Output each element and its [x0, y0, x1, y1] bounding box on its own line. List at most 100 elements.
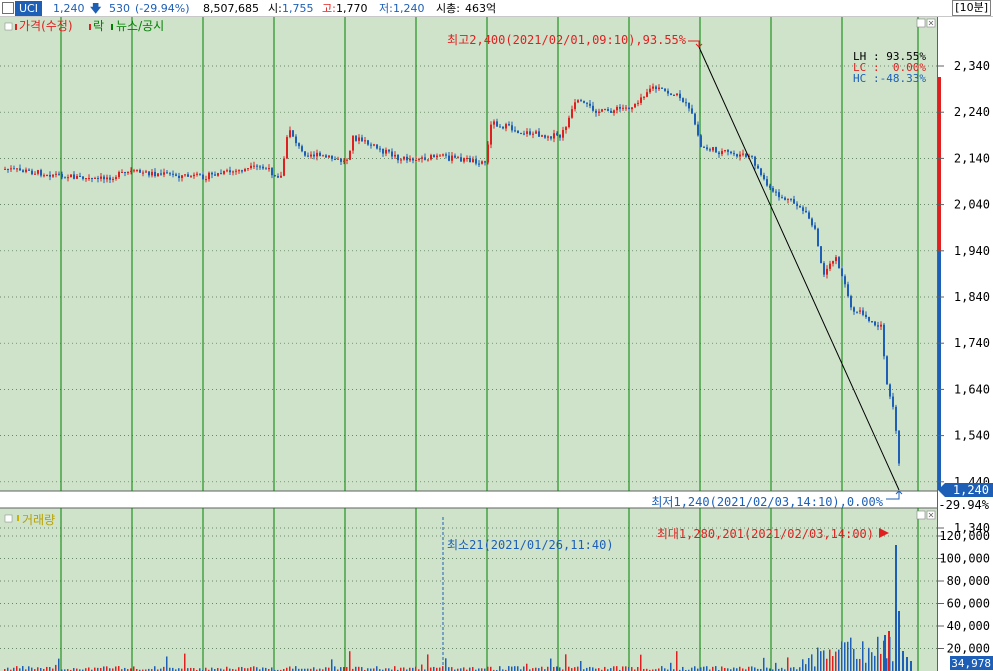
candle-body [595, 110, 597, 113]
candle-body [787, 198, 789, 200]
candle-body [34, 173, 36, 175]
candle-body [250, 165, 252, 169]
candle-body [109, 177, 111, 180]
candle-body [268, 168, 270, 170]
candle-body [802, 207, 804, 211]
candle-body [121, 171, 123, 173]
candle-body [301, 146, 303, 152]
volume-bar [721, 666, 723, 671]
candle-body [103, 176, 105, 180]
current-volume-tag: 34,978 [950, 656, 993, 670]
volume-bar [94, 667, 96, 671]
volume-bar [340, 667, 342, 671]
candle-body [73, 174, 75, 179]
stock-chart[interactable]: 가격(수정) 락 뉴스/공시 거래량 최고2,400(2021/02/01,09… [0, 17, 993, 671]
candle-body [874, 321, 876, 326]
volume-bar [682, 666, 684, 671]
candle-body [241, 170, 243, 172]
candle-body [817, 228, 819, 247]
candle-body [199, 173, 201, 175]
candle-body [280, 175, 282, 178]
volume-bar [868, 647, 870, 671]
candle-body [304, 151, 306, 156]
volume-bar [670, 662, 672, 671]
volume-bar [886, 658, 888, 671]
volume-bar [445, 658, 447, 671]
legend-volume[interactable]: 거래량 [22, 513, 55, 527]
legend-toggle-icon[interactable] [4, 22, 13, 31]
volume-bar [241, 666, 243, 671]
low-label: 저: [379, 2, 393, 15]
volume-bar [514, 666, 516, 671]
candle-body [313, 154, 315, 157]
candle-body [487, 144, 489, 163]
volume-bar [811, 654, 813, 671]
candle-body [259, 166, 261, 168]
candle-body [751, 155, 753, 157]
candle-body [766, 179, 768, 186]
candle-body [730, 151, 732, 154]
legend-rights[interactable]: 락 [93, 19, 104, 33]
volume-bar [613, 666, 615, 671]
price-change-pct: (-29.94%) [135, 2, 190, 15]
candle-body [604, 109, 606, 111]
volume-bar [451, 667, 453, 671]
candle-body [553, 133, 555, 139]
candle-body [19, 168, 21, 171]
select-checkbox[interactable] [2, 2, 14, 14]
price-range-bar-down [938, 252, 941, 490]
volume-bar [805, 664, 807, 671]
volume-bar [574, 667, 576, 671]
symbol-badge[interactable]: UCI [15, 1, 42, 16]
volume-bar [859, 658, 861, 671]
volume-bar [250, 667, 252, 671]
volume-bar [487, 666, 489, 671]
volume-bar [433, 666, 435, 671]
volume-bar [631, 667, 633, 671]
volume-bar [906, 657, 908, 671]
stat-hc-value: -48.33% [880, 72, 927, 85]
candle-body [307, 155, 309, 157]
candle-body [511, 125, 513, 131]
chart-area[interactable]: 가격(수정) 락 뉴스/공시 거래량 최고2,400(2021/02/01,09… [0, 17, 993, 671]
minimize-icon[interactable] [916, 18, 926, 28]
candle-body [385, 149, 387, 154]
volume-bar [817, 647, 819, 671]
candle-body [49, 174, 51, 177]
open-value: 1,755 [282, 2, 314, 15]
candle-body [826, 268, 828, 275]
volume-bar [616, 666, 618, 671]
current-price-tag: 1,240 -29.94% [938, 483, 993, 512]
legend-toggle-icon[interactable] [4, 514, 13, 523]
candle-body [691, 108, 693, 114]
period-selector[interactable]: [10분] [952, 0, 991, 16]
candle-body [175, 174, 177, 176]
candle-body [580, 100, 582, 102]
candle-body [352, 135, 354, 151]
candle-body [136, 169, 138, 171]
candle-body [262, 166, 264, 169]
candle-body [535, 131, 537, 134]
volume-bar [895, 545, 897, 671]
candle-body [88, 178, 90, 180]
candle-body [97, 177, 99, 179]
candle-body [31, 170, 33, 175]
volume-bar [166, 656, 168, 671]
candle-body [28, 169, 30, 171]
candle-body [637, 102, 639, 104]
candle-body [655, 86, 657, 90]
volume-tick-label: 120,000 [939, 529, 990, 543]
candle-body [790, 198, 792, 200]
candle-body [895, 406, 897, 431]
candle-body [475, 159, 477, 164]
candle-body [742, 153, 744, 155]
minimize-icon[interactable] [916, 510, 926, 520]
candle-body [868, 316, 870, 322]
legend-news[interactable]: 뉴스/공시 [116, 19, 164, 33]
high-label: 고: [322, 2, 336, 15]
candle-body [457, 157, 459, 159]
candle-body [517, 130, 519, 134]
volume-bar [706, 666, 708, 671]
legend-price[interactable]: 가격(수정) [19, 19, 73, 33]
volume-bar [793, 667, 795, 671]
